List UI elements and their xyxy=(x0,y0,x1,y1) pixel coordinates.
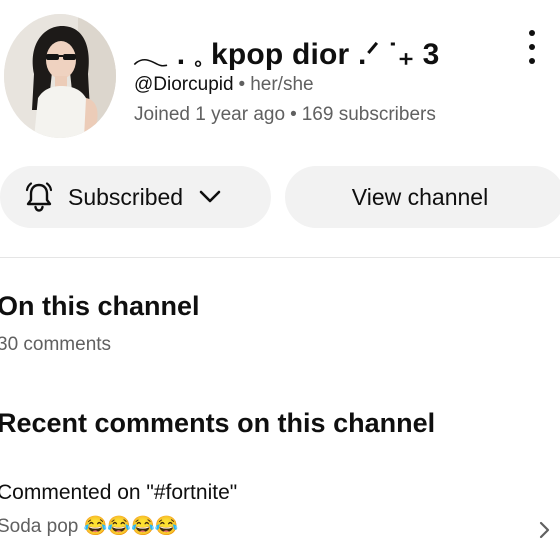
chevron-down-icon xyxy=(197,184,223,210)
channel-name: 𓂃 . 𓈒 kpop dior .ᐟ ˙₊ 3 xyxy=(133,38,440,71)
recent-comment-item[interactable]: Commented on "#fortnite" Soda pop 😂😂😂😂 xyxy=(0,470,560,550)
joined-date: Joined 1 year ago xyxy=(134,104,286,125)
channel-pronouns: her/she xyxy=(250,74,314,95)
bell-icon xyxy=(22,180,56,214)
on-channel-heading: On this channel xyxy=(0,291,200,321)
channel-about-page: 𓂃 . 𓈒 kpop dior .ᐟ ˙₊ 3 @Diorcupid • her/s… xyxy=(0,0,560,560)
channel-handle: @Diorcupid xyxy=(134,74,234,95)
commented-on-video: Commented on "#fortnite" xyxy=(0,481,238,504)
view-channel-button[interactable]: View channel xyxy=(285,166,560,228)
more-dot xyxy=(529,44,535,50)
separator-dot: • xyxy=(290,104,297,125)
channel-avatar[interactable] xyxy=(4,14,116,138)
subscribed-label: Subscribed xyxy=(68,183,184,210)
subscriber-count: 169 subscribers xyxy=(301,104,436,125)
more-dot xyxy=(529,30,535,36)
more-options-icon[interactable] xyxy=(520,30,544,64)
subscribed-button[interactable]: Subscribed xyxy=(0,166,271,228)
channel-meta: Joined 1 year ago • 169 subscribers xyxy=(134,104,436,126)
section-divider xyxy=(0,257,560,258)
avatar-image xyxy=(4,14,116,138)
recent-comments-heading: Recent comments on this channel xyxy=(0,408,436,438)
chevron-right-icon xyxy=(537,519,553,541)
comment-count: 30 comments xyxy=(0,334,112,355)
handle-line: @Diorcupid • her/she xyxy=(134,74,314,96)
more-dot xyxy=(529,58,535,64)
comment-text: Soda pop 😂😂😂😂 xyxy=(0,516,179,537)
view-channel-label: View channel xyxy=(351,183,489,210)
separator-dot: • xyxy=(238,74,246,95)
